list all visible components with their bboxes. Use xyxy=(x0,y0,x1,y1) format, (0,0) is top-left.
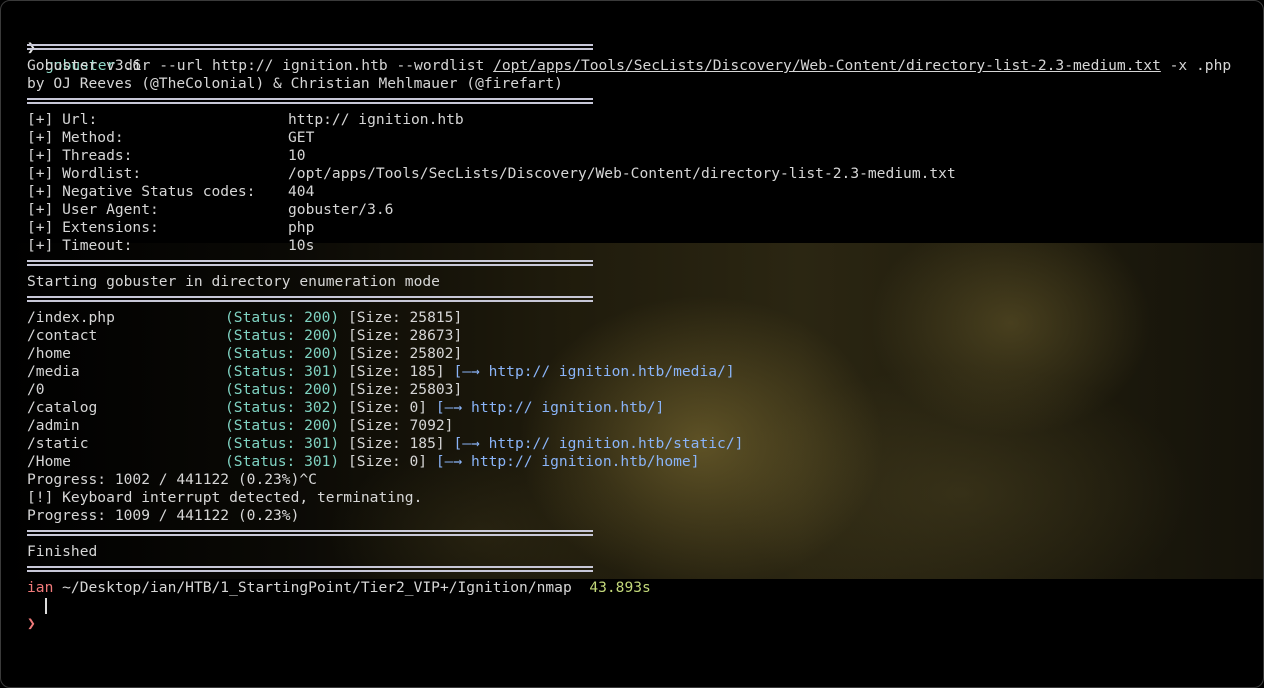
result-redirect[interactable]: [—→ http:// ignition.htb/media/] xyxy=(445,363,734,380)
config-value: GET xyxy=(288,129,315,146)
result-status: (Status: 200) xyxy=(225,417,340,434)
result-path: /contact xyxy=(27,327,98,344)
config-label: [+] Negative Status codes: xyxy=(27,183,256,200)
config-label: [+] Url: xyxy=(27,111,98,128)
result-row: /0 (Status: 200) [Size: 25803] xyxy=(27,381,1253,399)
banner-authors: by OJ Reeves (@TheColonial) & Christian … xyxy=(27,75,563,92)
input-line[interactable]: ❯ xyxy=(27,597,1253,632)
config-block: [+] Url: http:// ignition.htb [+] Method:… xyxy=(27,111,1253,255)
terminal-window[interactable]: ❯ gobuster dir --url http:// ignition.ht… xyxy=(0,0,1264,688)
result-size: [Size: 185] xyxy=(339,363,445,380)
result-row: /static (Status: 301) [Size: 185] [—→ htt… xyxy=(27,435,1253,453)
results-list: /index.php (Status: 200) [Size: 25815] /c… xyxy=(27,309,1253,471)
result-path: /static xyxy=(27,435,89,452)
prompt-user: ian xyxy=(27,579,54,596)
result-path: /catalog xyxy=(27,399,98,416)
config-row: [+] Timeout: 10s xyxy=(27,237,1253,255)
config-label: [+] Extensions: xyxy=(27,219,159,236)
config-row: [+] Method: GET xyxy=(27,129,1253,147)
result-status: (Status: 301) xyxy=(225,453,340,470)
separator xyxy=(27,561,1253,579)
result-size: [Size: 185] xyxy=(339,435,445,452)
result-row: /admin (Status: 200) [Size: 7092] xyxy=(27,417,1253,435)
result-path: /admin xyxy=(27,417,80,434)
result-status: (Status: 200) xyxy=(225,327,340,344)
result-size: [Size: 0] xyxy=(339,399,428,416)
config-label: [+] User Agent: xyxy=(27,201,159,218)
config-row: [+] Threads: 10 xyxy=(27,147,1253,165)
config-label: [+] Method: xyxy=(27,129,124,146)
result-row: /catalog (Status: 302) [Size: 0] [—→ http… xyxy=(27,399,1253,417)
config-value: 404 xyxy=(288,183,315,200)
prompt-cwd: ~/Desktop/ian/HTB/1_StartingPoint/Tier2_… xyxy=(53,579,572,596)
start-message: Starting gobuster in directory enumerati… xyxy=(27,273,440,290)
result-row: /index.php (Status: 200) [Size: 25815] xyxy=(27,309,1253,327)
config-row: [+] Negative Status codes: 404 xyxy=(27,183,1253,201)
progress-line: Progress: 1002 / 441122 (0.23%)^C xyxy=(27,471,317,488)
result-path: /home xyxy=(27,345,71,362)
result-row: /home (Status: 200) [Size: 25802] xyxy=(27,345,1253,363)
config-row: [+] Extensions: php xyxy=(27,219,1253,237)
result-size: [Size: 25815] xyxy=(339,309,463,326)
result-row: /media (Status: 301) [Size: 185] [—→ http… xyxy=(27,363,1253,381)
config-value: http:// ignition.htb xyxy=(288,111,464,128)
config-row: [+] User Agent: gobuster/3.6 xyxy=(27,201,1253,219)
result-status: (Status: 200) xyxy=(225,345,340,362)
result-path: /media xyxy=(27,363,80,380)
config-value: php xyxy=(288,219,315,236)
config-label: [+] Wordlist: xyxy=(27,165,142,182)
result-status: (Status: 200) xyxy=(225,309,340,326)
terminal-output[interactable]: ❯ gobuster dir --url http:// ignition.ht… xyxy=(27,21,1253,632)
prompt-duration: 43.893s xyxy=(589,579,651,596)
result-redirect[interactable]: [—→ http:// ignition.htb/static/] xyxy=(445,435,743,452)
prompt-chevron-icon: ❯ xyxy=(27,615,36,632)
separator xyxy=(27,93,1253,111)
config-value: gobuster/3.6 xyxy=(288,201,394,218)
result-status: (Status: 301) xyxy=(225,363,340,380)
result-path: /index.php xyxy=(27,309,115,326)
result-row: /contact (Status: 200) [Size: 28673] xyxy=(27,327,1253,345)
separator xyxy=(27,39,1253,57)
result-size: [Size: 7092] xyxy=(339,417,454,434)
config-label: [+] Threads: xyxy=(27,147,133,164)
separator xyxy=(27,291,1253,309)
result-size: [Size: 0] xyxy=(339,453,428,470)
result-row: /Home (Status: 301) [Size: 0] [—→ http://… xyxy=(27,453,1253,471)
separator xyxy=(27,255,1253,273)
command-line: ❯ gobuster dir --url http:// ignition.ht… xyxy=(27,21,1253,74)
result-redirect[interactable]: [—→ http:// ignition.htb/] xyxy=(427,399,664,416)
result-redirect[interactable]: [—→ http:// ignition.htb/home] xyxy=(427,453,700,470)
interrupt-message: [!] Keyboard interrupt detected, termina… xyxy=(27,489,423,506)
config-value: 10 xyxy=(288,147,306,164)
result-status: (Status: 302) xyxy=(225,399,340,416)
progress-line-final: Progress: 1009 / 441122 (0.23%) xyxy=(27,507,300,524)
config-value: /opt/apps/Tools/SecLists/Discovery/Web-C… xyxy=(288,165,956,182)
shell-prompt-info: ian ~/Desktop/ian/HTB/1_StartingPoint/Ti… xyxy=(27,579,1253,597)
separator xyxy=(27,525,1253,543)
result-status: (Status: 301) xyxy=(225,435,340,452)
config-row: [+] Wordlist: /opt/apps/Tools/SecLists/Di… xyxy=(27,165,1253,183)
finished-message: Finished xyxy=(27,543,98,560)
config-value: 10s xyxy=(288,237,315,254)
result-size: [Size: 25802] xyxy=(339,345,463,362)
result-path: /0 xyxy=(27,381,45,398)
text-cursor xyxy=(45,598,47,614)
result-size: [Size: 25803] xyxy=(339,381,463,398)
config-row: [+] Url: http:// ignition.htb xyxy=(27,111,1253,129)
banner-version: Gobuster v3.6 xyxy=(27,57,142,74)
config-label: [+] Timeout: xyxy=(27,237,133,254)
result-status: (Status: 200) xyxy=(225,381,340,398)
result-path: /Home xyxy=(27,453,71,470)
result-size: [Size: 28673] xyxy=(339,327,463,344)
